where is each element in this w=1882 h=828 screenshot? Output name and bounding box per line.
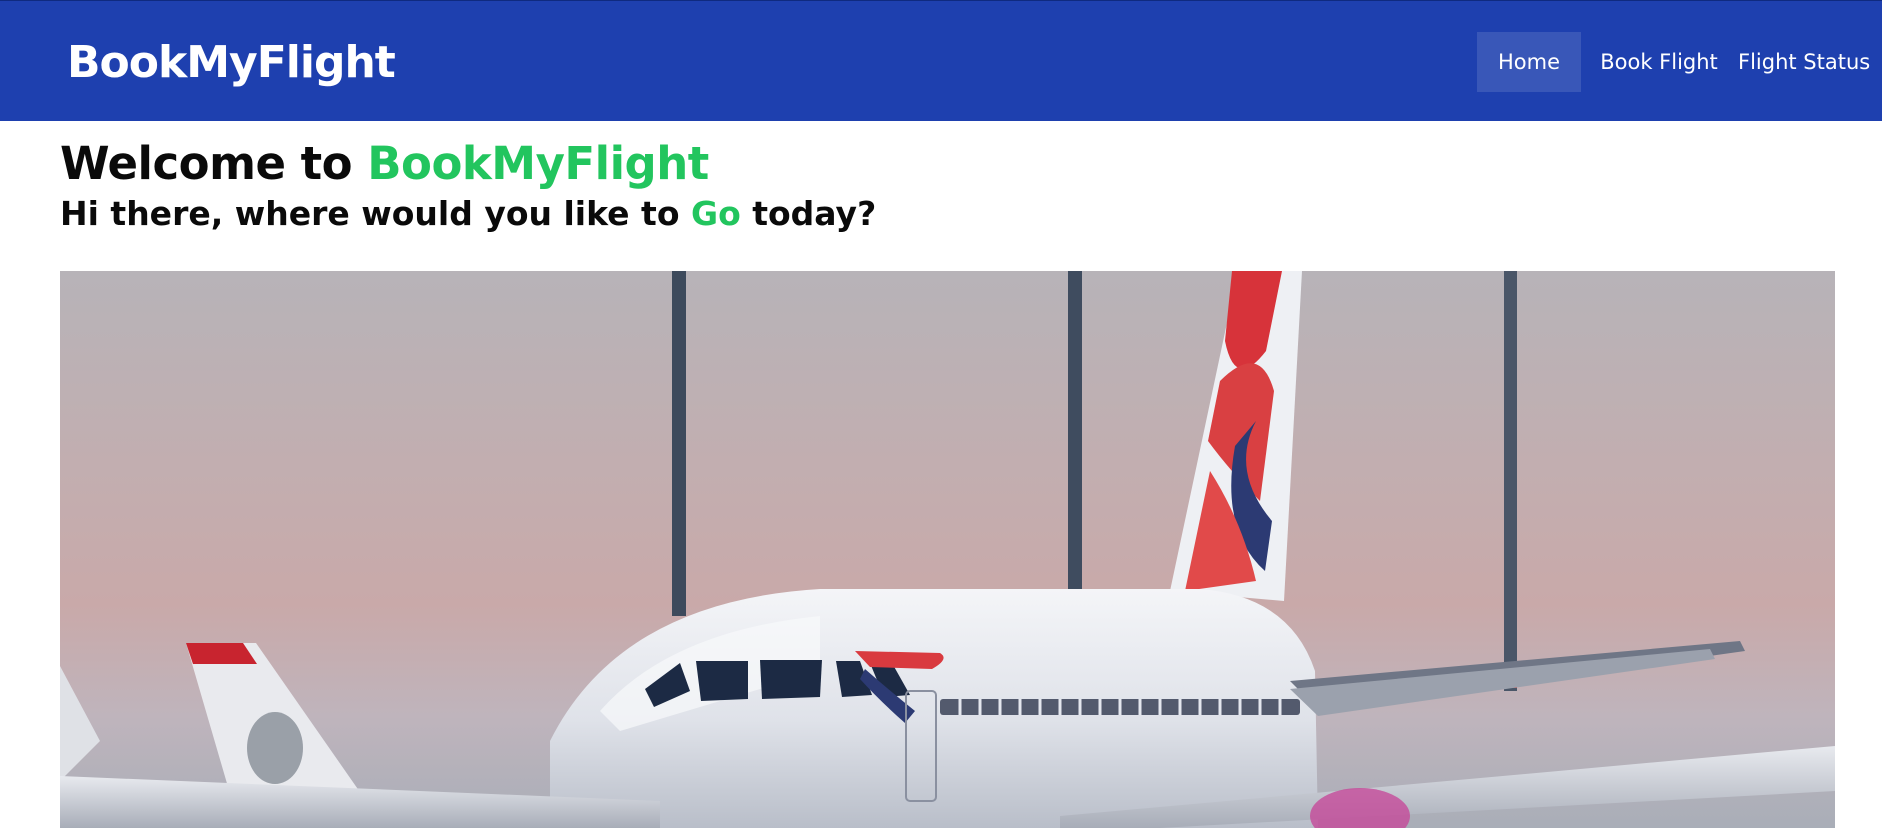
welcome-prefix: Welcome to <box>60 137 368 190</box>
brand-logo[interactable]: BookMyFlight <box>67 37 396 89</box>
sub-suffix: today? <box>740 194 877 233</box>
nav-home-link[interactable]: Home <box>1477 32 1581 92</box>
nav-flight-status-link[interactable]: Flight Status <box>1738 32 1870 92</box>
sub-highlight: Go <box>690 194 741 233</box>
welcome-brand: BookMyFlight <box>367 137 709 190</box>
subheading: Hi there, where would you like to Go tod… <box>60 193 876 235</box>
hero-image <box>60 271 1835 828</box>
navbar: BookMyFlight Home Book Flight Flight Sta… <box>0 0 1882 121</box>
sub-prefix: Hi there, where would you like to <box>60 194 691 233</box>
airplane-photo-icon <box>60 271 1835 828</box>
welcome-heading: Welcome to BookMyFlight <box>60 138 709 190</box>
nav-book-flight-link[interactable]: Book Flight <box>1590 32 1728 92</box>
